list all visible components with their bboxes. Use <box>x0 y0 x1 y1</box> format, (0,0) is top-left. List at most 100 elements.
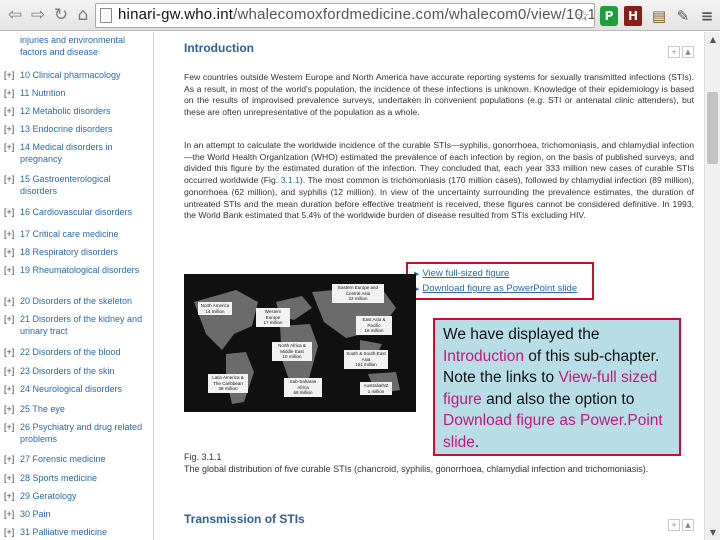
instruction-callout: We have displayed the Introduction of th… <box>433 318 681 456</box>
sidebar-item-label: 27 Forensic medicine <box>20 454 106 464</box>
expand-icon[interactable]: [+] <box>4 141 14 153</box>
sidebar-item[interactable]: [+] 11 Nutrition <box>4 87 150 99</box>
map-label: North Africa & Middle East 10 million <box>272 342 312 361</box>
reload-icon[interactable]: ↻ <box>50 4 72 26</box>
sidebar-item[interactable]: [+] 17 Critical care medicine <box>4 228 150 240</box>
expand-icon[interactable]: [+] <box>4 123 14 135</box>
sidebar-item-label: 13 Endocrine disorders <box>20 124 113 134</box>
sidebar-item[interactable]: [+] 29 Geratology <box>4 490 150 502</box>
view-full-figure-link[interactable]: ▶ View full-sized figure <box>414 268 509 279</box>
figure-ref-link[interactable]: 3.1.1 <box>281 175 300 185</box>
expand-icon[interactable]: [+] <box>4 69 14 81</box>
home-icon[interactable]: ⌂ <box>72 4 94 26</box>
sidebar-item[interactable]: [+] 30 Pain <box>4 508 150 520</box>
back-arrow-icon[interactable]: ⇦ <box>4 4 26 26</box>
scroll-up-icon[interactable]: ▲ <box>682 519 694 531</box>
download-ppt-link[interactable]: ▶ Download figure as PowerPoint slide <box>414 283 577 294</box>
bookmark-star-icon[interactable]: ☆ <box>576 6 590 25</box>
scroll-up-arrow-icon[interactable]: ▲ <box>705 32 720 47</box>
sidebar-item[interactable]: [+] 14 Medical disorders in pregnancy <box>4 141 150 165</box>
expand-icon[interactable]: [+] <box>4 346 14 358</box>
sidebar-item[interactable]: [+] 23 Disorders of the skin <box>4 365 150 377</box>
expand-icon[interactable]: [+] <box>4 453 14 465</box>
expand-icon[interactable]: [+] <box>4 313 14 325</box>
sidebar-item-label: 20 Disorders of the skeleton <box>20 296 133 306</box>
extension-box-icon[interactable]: ▤ <box>650 6 668 26</box>
figure-caption: The global distribution of five curable … <box>184 464 649 474</box>
expand-icon[interactable]: [+] <box>4 365 14 377</box>
expand-icon[interactable]: [+] <box>4 295 14 307</box>
page-scrollbar[interactable]: ▲ ▼ <box>704 32 720 540</box>
sidebar-item-label: 24 Neurological disorders <box>20 384 123 394</box>
collapse-icon[interactable]: + <box>668 519 680 531</box>
sidebar-item[interactable]: [+] 31 Palliative medicine <box>4 526 150 538</box>
sidebar-item-label: 21 Disorders of the kidney and urinary t… <box>20 314 143 336</box>
sidebar-item-label: 29 Geratology <box>20 491 77 501</box>
sidebar-item[interactable]: [+] 28 Sports medicine <box>4 472 150 484</box>
sidebar-item[interactable]: [+] 19 Rheumatological disorders <box>4 264 150 276</box>
expand-icon[interactable]: [+] <box>4 421 14 433</box>
sidebar-item[interactable]: [+] 26 Psychiatry and drug related proble… <box>4 421 150 445</box>
collapse-icon[interactable]: + <box>668 46 680 58</box>
scroll-thumb[interactable] <box>707 92 718 164</box>
sidebar-item-label: 22 Disorders of the blood <box>20 347 121 357</box>
expand-icon[interactable]: [+] <box>4 383 14 395</box>
sidebar-item[interactable]: [+] 16 Cardiovascular disorders <box>4 206 150 218</box>
scroll-up-icon[interactable]: ▲ <box>682 46 694 58</box>
expand-icon[interactable]: [+] <box>4 490 14 502</box>
figure-number: Fig. 3.1.1 <box>184 452 222 462</box>
sidebar-item[interactable]: [+] 24 Neurological disorders <box>4 383 150 395</box>
intro-paragraph-2: In an attempt to calculate the worldwide… <box>184 140 694 221</box>
sidebar-item[interactable]: [+] 25 The eye <box>4 403 150 415</box>
expand-icon[interactable]: [+] <box>4 173 14 185</box>
sidebar-item-label: 12 Metabolic disorders <box>20 106 111 116</box>
forward-arrow-icon[interactable]: ⇨ <box>27 4 49 26</box>
chapter-sidebar: injuries and environmental factors and d… <box>0 32 152 540</box>
expand-icon[interactable]: [+] <box>4 228 14 240</box>
sidebar-item[interactable]: [+] 21 Disorders of the kidney and urinar… <box>4 313 150 337</box>
expand-icon[interactable]: [+] <box>4 105 14 117</box>
map-label: Western Europe 17 million <box>256 308 290 327</box>
sidebar-item-label: 31 Palliative medicine <box>20 527 108 537</box>
expand-icon[interactable]: [+] <box>4 526 14 538</box>
expand-icon[interactable]: [+] <box>4 264 14 276</box>
browser-toolbar: ⇦ ⇨ ↻ ⌂ hinari-gw.who.int/whalecomoxford… <box>0 0 720 31</box>
sidebar-item[interactable]: [+] 10 Clinical pharmacology <box>4 69 150 81</box>
sidebar-item-label: 16 Cardiovascular disorders <box>20 207 133 217</box>
browser-window: ⇦ ⇨ ↻ ⌂ hinari-gw.who.int/whalecomoxford… <box>0 0 720 540</box>
page-icon <box>100 8 112 23</box>
expand-icon[interactable]: [+] <box>4 206 14 218</box>
sidebar-item[interactable]: [+] 22 Disorders of the blood <box>4 346 150 358</box>
expand-icon[interactable]: [+] <box>4 246 14 258</box>
intro-paragraph-1: Few countries outside Western Europe and… <box>184 72 694 118</box>
expand-icon[interactable]: [+] <box>4 472 14 484</box>
intro-heading: Introduction <box>184 41 254 55</box>
sidebar-item-label: 15 Gastroenterological disorders <box>20 174 111 196</box>
extension-h-icon[interactable]: H <box>624 6 642 26</box>
expand-icon[interactable]: [+] <box>4 87 14 99</box>
sidebar-item[interactable]: [+] 18 Respiratory disorders <box>4 246 150 258</box>
extension-p-icon[interactable]: P <box>600 6 618 26</box>
sidebar-item-label: 11 Nutrition <box>20 88 66 98</box>
sidebar-item-injuries[interactable]: injuries and environmental factors and d… <box>4 34 150 58</box>
sti-world-map[interactable]: North America 14 million Western Europe 17… <box>184 274 416 412</box>
main-content: Introduction + ▲ Few countries outside We… <box>154 32 704 540</box>
expand-icon[interactable]: [+] <box>4 508 14 520</box>
sidebar-item[interactable]: [+] 27 Forensic medicine <box>4 453 150 465</box>
scroll-down-arrow-icon[interactable]: ▼ <box>705 525 720 540</box>
transmission-section-tools: + ▲ <box>666 514 696 531</box>
sidebar-item[interactable]: [+] 12 Metabolic disorders <box>4 105 150 117</box>
sidebar-item-label: 14 Medical disorders in pregnancy <box>20 142 113 164</box>
sidebar-item[interactable]: [+] 13 Endocrine disorders <box>4 123 150 135</box>
transmission-heading: Transmission of STIs <box>184 512 305 526</box>
url-text: hinari-gw.who.int/whalecomoxfordmedicine… <box>118 6 594 23</box>
menu-icon[interactable]: ≡ <box>698 6 716 26</box>
sidebar-item[interactable]: [+] 15 Gastroenterological disorders <box>4 173 150 197</box>
expand-icon[interactable]: [+] <box>4 403 14 415</box>
map-label: North America 14 million <box>198 302 232 315</box>
extension-tool-icon[interactable]: ✎ <box>674 6 692 26</box>
map-label: East Asia & Pacific 18 million <box>356 316 392 335</box>
address-bar[interactable]: hinari-gw.who.int/whalecomoxfordmedicine… <box>95 3 595 28</box>
sidebar-item[interactable]: [+] 20 Disorders of the skeleton <box>4 295 150 307</box>
sidebar-item-label: 30 Pain <box>20 509 51 519</box>
